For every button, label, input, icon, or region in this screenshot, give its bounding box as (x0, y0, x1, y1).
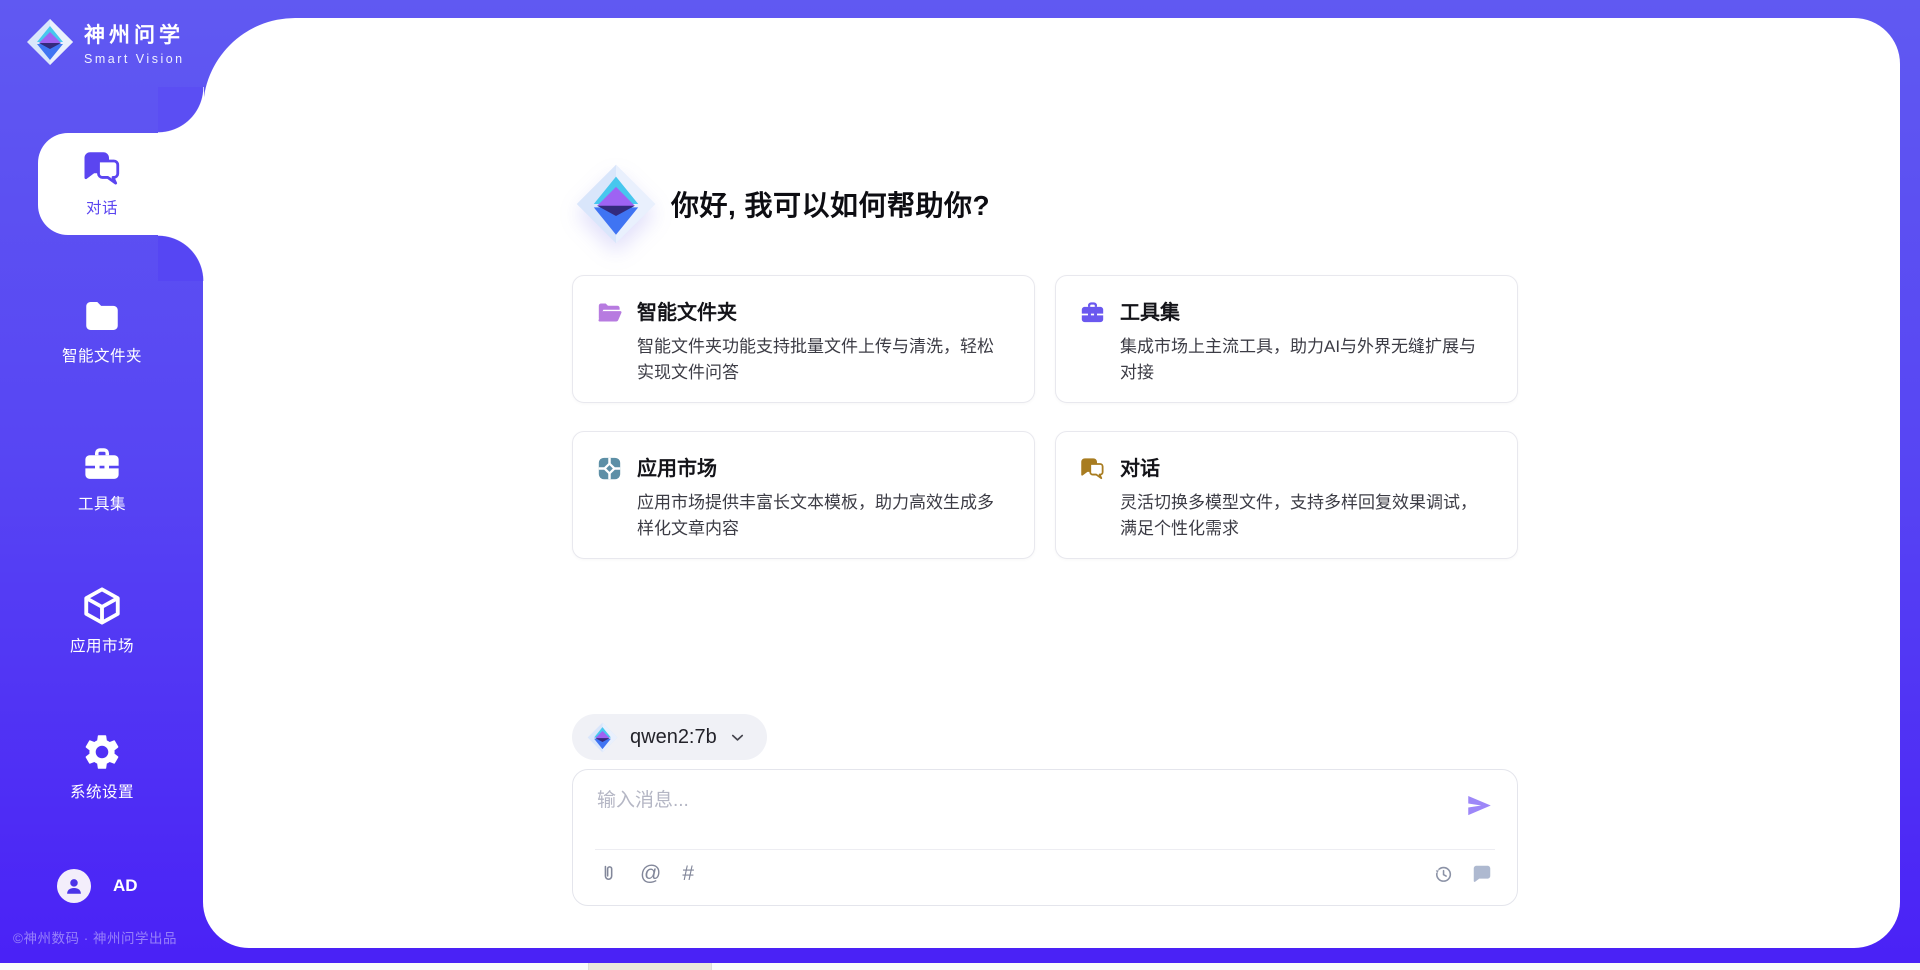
folder-open-icon (596, 299, 623, 326)
card-title: 对话 (1120, 452, 1493, 481)
toolbox-icon (81, 443, 123, 485)
card-description: 集成市场上主流工具，助力AI与外界无缝扩展与对接 (1120, 334, 1493, 386)
tab-corner-top (158, 87, 204, 133)
message-input[interactable] (597, 785, 1447, 843)
sidebar-item-label: 智能文件夹 (0, 344, 204, 366)
sidebar-item-label: 对话 (0, 196, 204, 218)
sidebar-item-settings[interactable]: 系统设置 (0, 731, 204, 802)
horizontal-scrollbar-thumb[interactable] (588, 963, 712, 970)
card-title: 应用市场 (637, 452, 1010, 481)
history-button[interactable] (1432, 863, 1454, 885)
sidebar-item-label: 应用市场 (0, 634, 204, 656)
brand-title: 神州问学 (84, 19, 185, 49)
tab-corner-bottom (158, 235, 204, 281)
card-toolset[interactable]: 工具集 集成市场上主流工具，助力AI与外界无缝扩展与对接 (1055, 275, 1518, 403)
composer-divider (595, 849, 1495, 850)
hashtag-button[interactable]: # (682, 863, 694, 885)
feature-cards: 智能文件夹 智能文件夹功能支持批量文件上传与清洗，轻松实现文件问答 工具集 集成… (572, 275, 1518, 559)
chevron-down-icon (728, 728, 747, 747)
greeting-title: 你好, 我可以如何帮助你? (671, 184, 990, 224)
greeting-block: 你好, 我可以如何帮助你? (575, 163, 990, 245)
card-app-market[interactable]: 应用市场 应用市场提供丰富长文本模板，助力高效生成多样化文章内容 (572, 431, 1035, 559)
card-description: 灵活切换多模型文件，支持多样回复效果调试，满足个性化需求 (1120, 490, 1493, 542)
model-name: qwen2:7b (630, 726, 717, 749)
app-market-icon (596, 455, 623, 482)
card-smart-folder[interactable]: 智能文件夹 智能文件夹功能支持批量文件上传与清洗，轻松实现文件问答 (572, 275, 1035, 403)
folder-icon (81, 295, 123, 337)
cube-icon (81, 585, 123, 627)
user-account[interactable]: AD (57, 869, 138, 903)
attach-file-button[interactable] (597, 863, 619, 885)
send-icon[interactable] (1466, 792, 1493, 819)
brand-logo: 神州问学 Smart Vision (26, 18, 185, 66)
card-chat[interactable]: 对话 灵活切换多模型文件，支持多样回复效果调试，满足个性化需求 (1055, 431, 1518, 559)
horizontal-scrollbar[interactable] (0, 963, 1920, 970)
brand-subtitle: Smart Vision (84, 52, 185, 66)
card-title: 智能文件夹 (637, 296, 1010, 325)
greeting-diamond-icon (575, 163, 657, 245)
sidebar-item-smart-folder[interactable]: 智能文件夹 (0, 295, 204, 366)
chat-bubble-icon (1471, 863, 1493, 885)
toolbox-icon (1079, 299, 1106, 326)
sidebar-item-chat[interactable]: 对话 (0, 147, 204, 218)
brand-diamond-icon (26, 18, 74, 66)
card-description: 应用市场提供丰富长文本模板，助力高效生成多样化文章内容 (637, 490, 1010, 542)
paperclip-icon (597, 863, 619, 885)
avatar[interactable] (57, 869, 91, 903)
copyright-footer: ©神州数码 · 神州问学出品 (13, 927, 177, 947)
app-window: 神州问学 Smart Vision 对话 智能文件夹 工具集 应用市场 系统设置… (0, 0, 1920, 970)
user-avatar-icon (63, 875, 85, 897)
conversation-button[interactable] (1471, 863, 1493, 885)
chat-bubbles-icon (1079, 455, 1106, 482)
model-diamond-icon (587, 722, 618, 753)
model-selector[interactable]: qwen2:7b (572, 714, 767, 760)
gear-icon (81, 731, 123, 773)
sidebar-item-app-market[interactable]: 应用市场 (0, 585, 204, 656)
sidebar-item-label: 系统设置 (0, 780, 204, 802)
card-title: 工具集 (1120, 296, 1493, 325)
user-name: AD (113, 876, 138, 896)
mention-button[interactable]: @ (640, 863, 661, 885)
history-clock-icon (1432, 863, 1454, 885)
card-description: 智能文件夹功能支持批量文件上传与清洗，轻松实现文件问答 (637, 334, 1010, 386)
message-composer: @ # (572, 769, 1518, 906)
chat-bubbles-icon (81, 147, 123, 189)
sidebar-item-label: 工具集 (0, 492, 204, 514)
sidebar-item-toolset[interactable]: 工具集 (0, 443, 204, 514)
